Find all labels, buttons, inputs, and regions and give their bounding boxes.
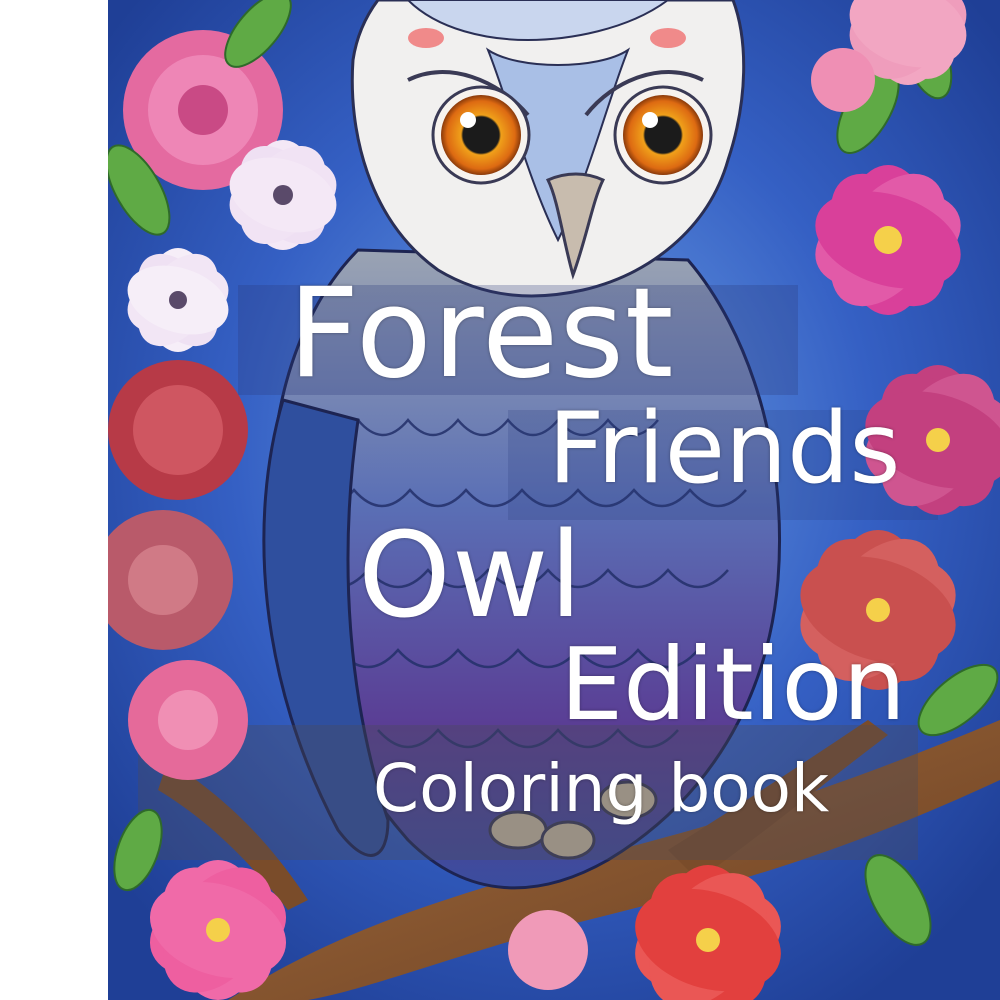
owl-eye-right xyxy=(623,95,703,175)
title-edition: Edition xyxy=(560,626,906,743)
owl-eye-left xyxy=(441,95,521,175)
title-owl: Owl xyxy=(358,506,584,644)
title-forest: Forest xyxy=(288,262,675,406)
title-friends: Friends xyxy=(548,392,901,506)
book-cover: Forest Friends Owl Edition Coloring book xyxy=(108,0,1000,1000)
subtitle-coloring-book: Coloring book xyxy=(373,750,830,827)
